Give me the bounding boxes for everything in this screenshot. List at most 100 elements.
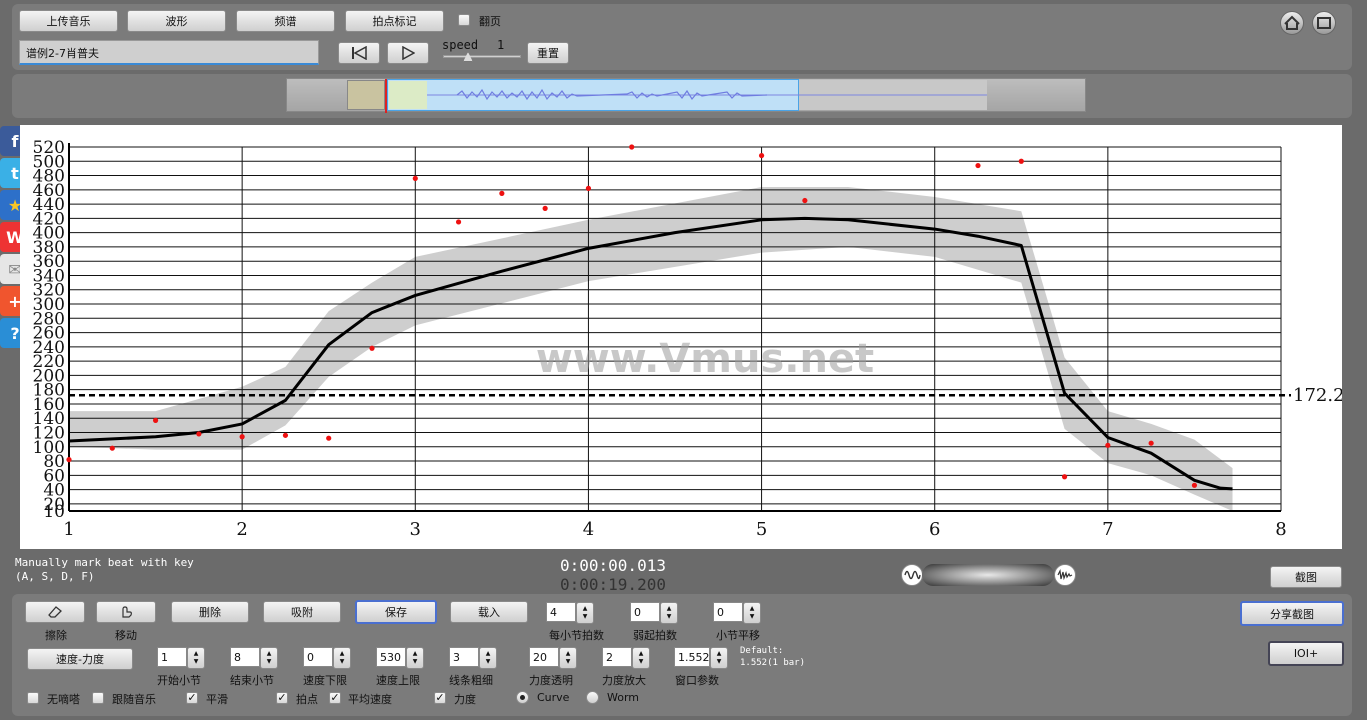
tempo-min-label: 速度下限 (303, 674, 347, 687)
time-current: 0:00:00.013 (560, 556, 666, 575)
x-tick-label: 2 (236, 519, 247, 540)
dynamics-opacity-label: 力度透明 (529, 674, 573, 687)
line-width-spinner[interactable]: 3 ▲ ▼ (449, 647, 497, 669)
dynamics-label: 力度 (454, 693, 476, 706)
x-tick-label: 1 (63, 519, 74, 540)
move-button[interactable] (96, 601, 156, 623)
beat-point (1191, 482, 1198, 488)
dynamics-zoom-label: 力度放大 (602, 674, 646, 687)
follow-music-checkbox[interactable] (92, 692, 104, 704)
end-bar-spinner[interactable]: 8 ▲ ▼ (230, 647, 278, 669)
beat-hint-line2: (A, S, D, F) (15, 570, 95, 583)
x-tick-label: 8 (1275, 519, 1286, 540)
beat-point (1148, 440, 1154, 446)
pickup-beats-label: 弱起拍数 (633, 629, 677, 642)
beat-mark-button[interactable]: 拍点标记 (345, 10, 444, 32)
waveform-zoom-icon[interactable] (901, 564, 923, 586)
avg-tempo-label: 平均速度 (348, 693, 392, 706)
avg-tempo-label: 172.2 (1293, 385, 1342, 406)
save-button[interactable]: 保存 (355, 600, 437, 624)
beat-point (282, 432, 289, 438)
pickup-beats-spinner[interactable]: 0 ▲ ▼ (630, 602, 678, 624)
beats-checkbox[interactable]: ✓ (276, 692, 288, 704)
beat-point (585, 185, 592, 191)
dynamics-zoom-spinner[interactable]: 2 ▲ ▼ (602, 647, 650, 669)
move-label: 移动 (115, 629, 137, 642)
playhead-marker[interactable] (385, 79, 387, 113)
dynamics-opacity-spinner[interactable]: 20 ▲ ▼ (529, 647, 577, 669)
worm-radio[interactable] (586, 691, 599, 704)
fullscreen-icon[interactable] (1312, 11, 1336, 35)
share-screenshot-button[interactable]: 分享截图 (1240, 601, 1344, 626)
beat-point (499, 190, 505, 196)
tempo-max-label: 速度上限 (376, 674, 420, 687)
no-click-label: 无嘀嗒 (47, 693, 80, 706)
chart-area[interactable]: 10 20 40 60 80 100 120 140 160 180 200 220 240 260 280… (20, 125, 1342, 549)
x-tick-label: 5 (756, 519, 767, 540)
ioi-button[interactable]: IOI+ (1268, 641, 1344, 666)
volume-slider[interactable] (922, 564, 1054, 586)
beat-point (455, 219, 462, 225)
waveform-overview[interactable] (286, 78, 1086, 113)
curve-radio[interactable] (516, 691, 529, 704)
smooth-checkbox[interactable]: ✓ (186, 692, 198, 704)
screenshot-button[interactable]: 截图 (1270, 566, 1342, 588)
song-title-field[interactable]: 谱例2-7肖普夫 (19, 40, 319, 65)
time-total: 0:00:19.200 (560, 575, 666, 594)
beat-point (629, 144, 635, 150)
skip-to-start-button[interactable] (338, 42, 380, 64)
tempo-min-spinner[interactable]: 0 ▲ ▼ (303, 647, 351, 669)
beats-label: 拍点 (296, 693, 318, 706)
beat-point (66, 457, 72, 463)
spectrum-button[interactable]: 频谱 (236, 10, 335, 32)
waveform-button[interactable]: 波形 (127, 10, 226, 32)
smooth-label: 平滑 (206, 693, 228, 706)
beat-point (758, 152, 765, 159)
tempo-dynamics-button[interactable]: 速度-力度 (27, 648, 133, 670)
start-bar-spinner[interactable]: 1 ▲ ▼ (157, 647, 205, 669)
erase-button[interactable] (25, 601, 85, 623)
tempo-max-spinner[interactable]: 530 ▲ ▼ (376, 647, 424, 669)
x-tick-label: 4 (583, 519, 594, 540)
x-tick-label: 3 (410, 519, 421, 540)
default-hint-line1: Default: (740, 646, 784, 656)
curve-label: Curve (537, 691, 570, 704)
play-button[interactable] (387, 42, 429, 64)
default-hint-line2: 1.552(1 bar) (740, 658, 806, 668)
line-width-label: 线条粗细 (449, 674, 493, 687)
x-tick-label: 7 (1102, 519, 1113, 540)
home-icon[interactable] (1280, 11, 1304, 35)
tempo-chart: 1020406080100120140160180200220240260280… (33, 138, 1342, 540)
beat-point (802, 197, 808, 204)
speed-label: speed (442, 38, 479, 52)
reset-button[interactable]: 重置 (527, 42, 569, 64)
beats-per-bar-label: 每小节拍数 (549, 629, 604, 642)
page-turn-label: 翻页 (479, 15, 501, 28)
beat-point (152, 417, 159, 423)
y-tick-label: 520 (33, 138, 65, 158)
load-button[interactable]: 载入 (450, 601, 528, 623)
waveform-compress-icon[interactable] (1054, 564, 1076, 586)
beat-hint-line1: Manually mark beat with key (15, 556, 194, 569)
beat-point (196, 431, 202, 437)
avg-tempo-checkbox[interactable]: ✓ (329, 692, 341, 704)
beat-point (239, 434, 245, 440)
window-param-spinner[interactable]: 1.552 ▲ ▼ (674, 647, 728, 669)
start-bar-label: 开始小节 (157, 674, 201, 687)
x-tick-label: 6 (929, 519, 940, 540)
beat-point (412, 175, 418, 182)
upload-music-button[interactable]: 上传音乐 (19, 10, 118, 32)
delete-button[interactable]: 删除 (171, 601, 249, 623)
beat-point (369, 345, 375, 351)
bar-shift-spinner[interactable]: 0 ▲ ▼ (713, 602, 761, 624)
beat-point (1061, 474, 1068, 480)
worm-label: Worm (607, 691, 640, 704)
page-turn-checkbox[interactable] (458, 14, 470, 26)
snap-button[interactable]: 吸附 (263, 601, 341, 623)
beats-per-bar-spinner[interactable]: 4 ▲ ▼ (546, 602, 594, 624)
no-click-checkbox[interactable] (27, 692, 39, 704)
dynamics-checkbox[interactable]: ✓ (434, 692, 446, 704)
beat-point (326, 435, 332, 441)
speed-slider-track[interactable] (443, 55, 521, 58)
end-bar-label: 结束小节 (230, 674, 274, 687)
